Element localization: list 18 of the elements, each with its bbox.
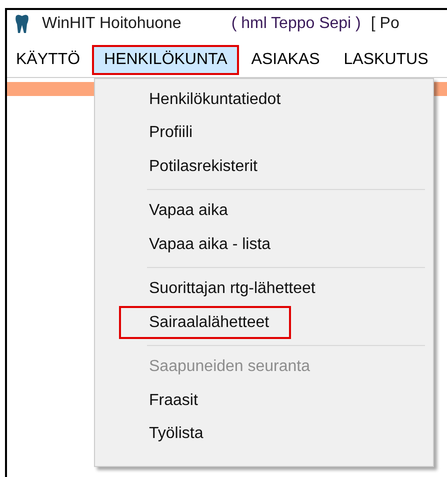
menu-item[interactable]: Fraasit: [147, 384, 200, 418]
menu-item[interactable]: Potilasrekisterit: [147, 150, 260, 184]
menu-bar-item[interactable]: LASKUTUS: [332, 45, 440, 75]
menu-bar-item[interactable]: KÄYTTÖ: [7, 45, 92, 75]
menu-item[interactable]: Profiili: [147, 116, 195, 150]
menu-item: Saapuneiden seuranta: [148, 357, 312, 378]
user-label: ( hml Teppo Sepi ): [231, 14, 361, 34]
window-title: WinHIT Hoitohuone: [42, 14, 182, 34]
menu-item[interactable]: Henkilökuntatiedot: [147, 83, 283, 116]
tooth-icon: [15, 14, 29, 34]
menu-item[interactable]: Suorittajan rtg-lähetteet: [147, 272, 318, 306]
menu-item[interactable]: Sairaalalähetteet: [119, 306, 292, 340]
menu-item[interactable]: Vapaa aika - lista: [147, 228, 273, 262]
menu-bar-item[interactable]: ASIAKAS: [239, 45, 332, 75]
menu-bar-item[interactable]: HENKILÖKUNTA: [92, 45, 240, 75]
menu-item[interactable]: Vapaa aika: [147, 194, 230, 228]
title-extra: [ Po: [370, 14, 400, 34]
menu-item[interactable]: Työlista: [147, 418, 206, 451]
